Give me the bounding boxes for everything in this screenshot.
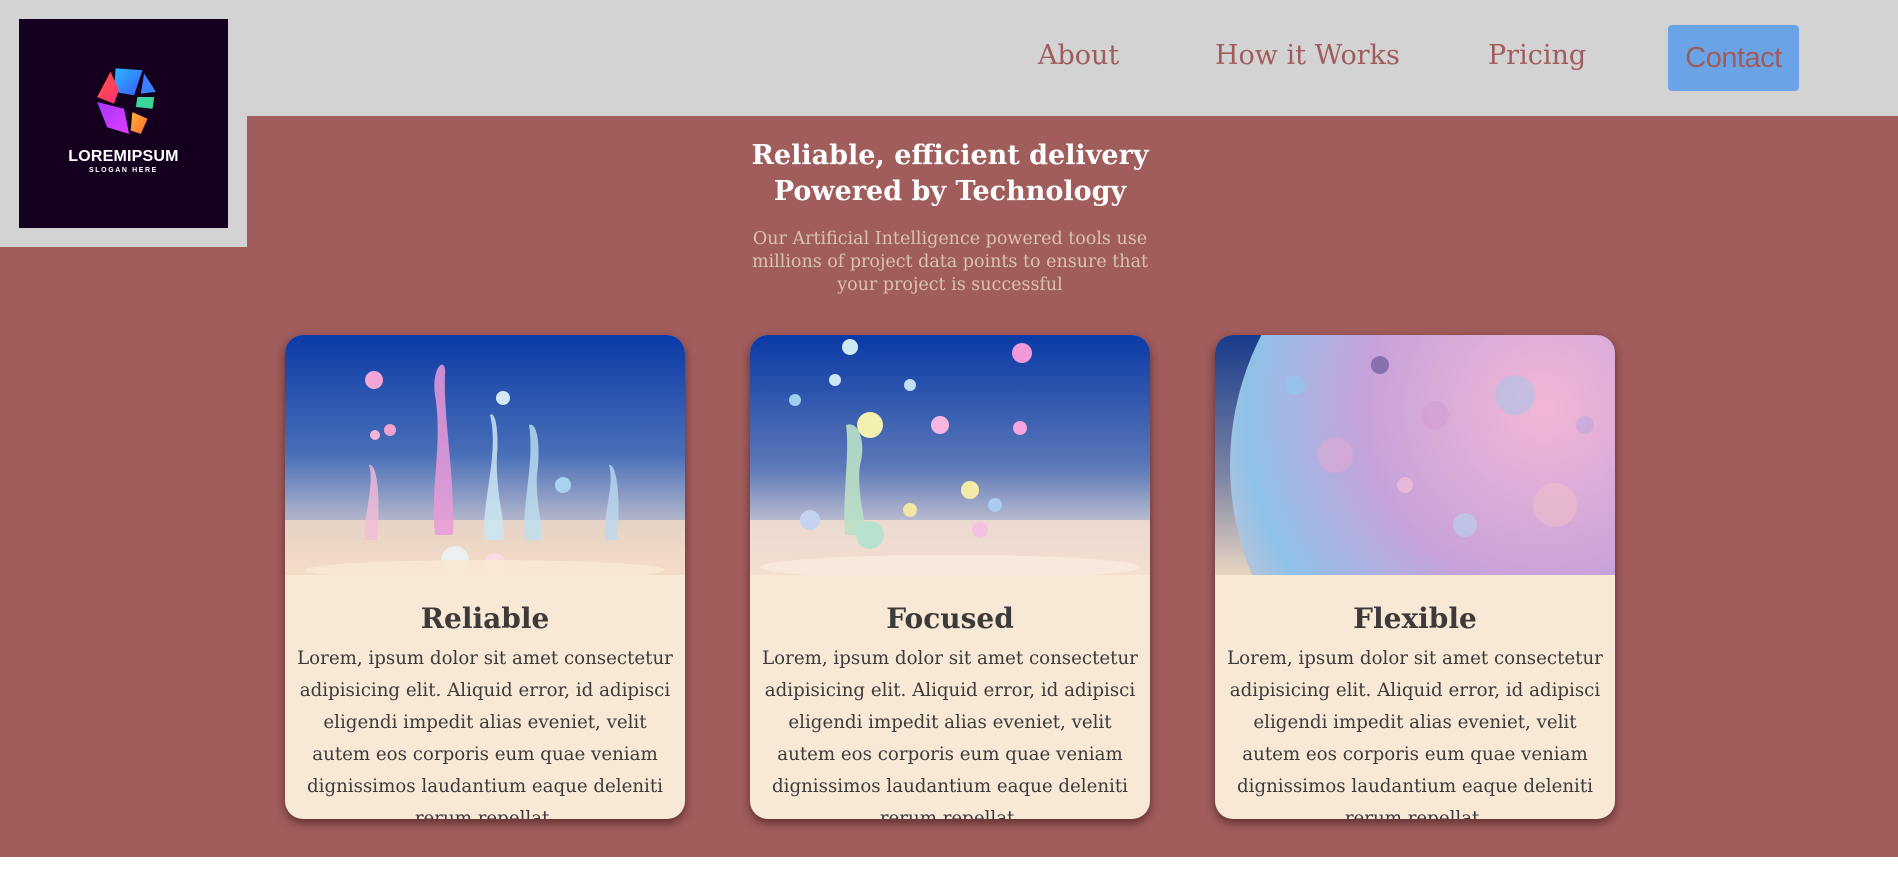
site-header: About How it Works Pricing Contact <box>0 0 1898 116</box>
feature-card-focused: Focused Lorem, ipsum dolor sit amet cons… <box>750 335 1150 819</box>
hero-title-line2: Powered by Technology <box>773 176 1127 207</box>
moon-image <box>1215 335 1615 575</box>
logo-name: LOREMIPSUM <box>68 147 179 165</box>
nav-pricing-link[interactable]: Pricing <box>1488 40 1586 71</box>
card-title: Reliable <box>420 602 550 635</box>
hero-section: Reliable, efficient delivery Powered by … <box>0 116 1898 857</box>
site-logo[interactable]: LOREMIPSUM SLOGAN HERE <box>19 19 228 228</box>
paint-droplets-image <box>750 335 1150 575</box>
logo-slogan: SLOGAN HERE <box>89 166 158 174</box>
feature-card-flexible: Flexible Lorem, ipsum dolor sit amet con… <box>1215 335 1615 819</box>
card-text: Lorem, ipsum dolor sit amet consectetur … <box>762 648 1138 819</box>
card-text: Lorem, ipsum dolor sit amet consectetur … <box>1227 648 1603 819</box>
hero-title-line1: Reliable, efficient delivery <box>751 140 1149 171</box>
card-text: Lorem, ipsum dolor sit amet consectetur … <box>297 648 673 819</box>
contact-button[interactable]: Contact <box>1668 25 1799 91</box>
hero-subtitle: Our Artificial Intelligence powered tool… <box>751 229 1149 295</box>
nav-about-link[interactable]: About <box>1038 40 1119 71</box>
card-title: Flexible <box>1353 602 1477 635</box>
nav-how-it-works-link[interactable]: How it Works <box>1215 40 1400 71</box>
logo-container: LOREMIPSUM SLOGAN HERE <box>0 0 247 247</box>
feature-card-reliable: Reliable Lorem, ipsum dolor sit amet con… <box>285 335 685 819</box>
hexagon-logo-icon <box>96 67 156 134</box>
card-title: Focused <box>886 602 1014 635</box>
paint-splash-image <box>285 335 685 575</box>
hero-title: Reliable, efficient delivery Powered by … <box>700 138 1200 210</box>
